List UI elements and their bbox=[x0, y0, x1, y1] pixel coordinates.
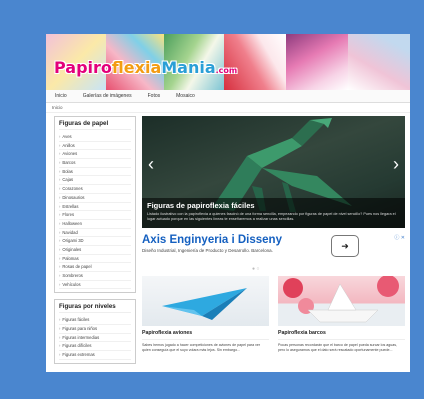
sidebar-item[interactable]: Estrellas bbox=[59, 203, 131, 212]
sidebar-item[interactable]: Rosas de papel bbox=[59, 263, 131, 272]
main-nav: Inicio Galerías de imágenes Fotos Mosaic… bbox=[46, 90, 410, 103]
niveles-box: Figuras por niveles Figuras fáciles Figu… bbox=[54, 299, 136, 364]
ad-info-icon[interactable]: ⓘ ✕ bbox=[394, 234, 405, 241]
sidebar-item[interactable]: Anillos bbox=[59, 142, 131, 151]
sidebar-item[interactable]: Figuras fáciles bbox=[59, 316, 131, 326]
slide-title[interactable]: Figuras de papiroflexia fáciles bbox=[147, 201, 400, 210]
banner-origami-image bbox=[286, 34, 348, 90]
sidebar-item[interactable]: Vehículos bbox=[59, 281, 131, 290]
featured-slider[interactable]: ‹ › Figuras de papiroflexia fáciles List… bbox=[142, 116, 405, 228]
sidebar-item[interactable]: Originales bbox=[59, 246, 131, 255]
card-title[interactable]: Papiroflexia aviones bbox=[142, 330, 269, 336]
article-card[interactable]: Papiroflexia aviones Sabes hemos jugado … bbox=[142, 276, 269, 352]
paper-boat-image bbox=[278, 276, 405, 326]
ad-banner[interactable]: Axis Enginyeria i Disseny Diseño Industr… bbox=[142, 234, 405, 274]
sidebar-item[interactable]: Figuras extremas bbox=[59, 351, 131, 360]
browser-page: PapiroflexiaMania.com Inicio Galerías de… bbox=[46, 34, 410, 372]
sidebar-item[interactable]: Cajas bbox=[59, 176, 131, 186]
figuras-box: Figuras de papel Aves Anillos Aviones Ba… bbox=[54, 116, 136, 294]
nav-item-inicio[interactable]: Inicio bbox=[52, 92, 70, 100]
nav-item-fotos[interactable]: Fotos bbox=[145, 92, 164, 100]
sidebar-item[interactable]: Figuras difíciles bbox=[59, 342, 131, 352]
sidebar-item[interactable]: Aviones bbox=[59, 150, 131, 160]
chevron-right-icon[interactable]: › bbox=[393, 154, 399, 175]
sidebar-item[interactable]: Aves bbox=[59, 133, 131, 142]
sidebar-item[interactable]: Dinosaurios bbox=[59, 194, 131, 203]
ad-subtitle: Diseño Industrial, Ingeniería de Product… bbox=[142, 248, 273, 253]
sidebar-item[interactable]: Origami 3D bbox=[59, 237, 131, 246]
article-cards: Papiroflexia aviones Sabes hemos jugado … bbox=[142, 276, 405, 352]
card-title[interactable]: Papiroflexia barcos bbox=[278, 330, 405, 336]
header-banner: PapiroflexiaMania.com bbox=[46, 34, 410, 90]
niveles-list: Figuras fáciles Figuras para niños Figur… bbox=[59, 316, 131, 360]
airplane-illustration bbox=[162, 288, 247, 320]
sidebar-item[interactable]: Figuras para niños bbox=[59, 325, 131, 334]
figuras-heading: Figuras de papel bbox=[59, 120, 131, 130]
sidebar-item[interactable]: Corazones bbox=[59, 185, 131, 194]
boat-illustration bbox=[283, 276, 399, 323]
figuras-list: Aves Anillos Aviones Barcos Bolas Cajas … bbox=[59, 133, 131, 290]
card-text: Sabes hemos jugado a hacer competiciones… bbox=[142, 339, 269, 352]
sidebar-item[interactable]: Palomas bbox=[59, 255, 131, 264]
paper-airplane-image bbox=[142, 276, 269, 326]
sidebar-item[interactable]: Navidad bbox=[59, 229, 131, 238]
nav-item-mosaico[interactable]: Mosaico bbox=[173, 92, 198, 100]
niveles-heading: Figuras por niveles bbox=[59, 303, 131, 314]
sidebar-item[interactable]: Bolas bbox=[59, 168, 131, 177]
main-content: ‹ › Figuras de papiroflexia fáciles List… bbox=[142, 116, 405, 352]
chevron-left-icon[interactable]: ‹ bbox=[148, 154, 154, 175]
slide-description: Listado ilustrativo con la papiroflexia … bbox=[147, 212, 396, 221]
slider-dots[interactable]: ● ○ bbox=[252, 266, 259, 272]
arrow-right-icon: ➜ bbox=[341, 241, 349, 251]
nav-item-galerias[interactable]: Galerías de imágenes bbox=[80, 92, 135, 100]
ad-title[interactable]: Axis Enginyeria i Disseny bbox=[142, 234, 405, 246]
breadcrumb[interactable]: Inicio bbox=[46, 103, 410, 113]
sidebar-item[interactable]: Flores bbox=[59, 211, 131, 220]
ad-arrow-button[interactable]: ➜ bbox=[331, 235, 359, 257]
sidebar-item[interactable]: Figuras intermedias bbox=[59, 334, 131, 343]
sidebar: Figuras de papel Aves Anillos Aviones Ba… bbox=[54, 116, 136, 370]
site-logo[interactable]: PapiroflexiaMania.com bbox=[54, 58, 237, 77]
article-card[interactable]: Papiroflexia barcos Pocas personas recor… bbox=[278, 276, 405, 352]
card-text: Pocas personas recordarán que el barco d… bbox=[278, 339, 405, 352]
sidebar-item[interactable]: Halloween bbox=[59, 220, 131, 229]
banner-origami-image bbox=[348, 34, 410, 90]
slide-caption: Figuras de papiroflexia fáciles Listado … bbox=[142, 198, 405, 228]
sidebar-item[interactable]: Barcos bbox=[59, 159, 131, 168]
sidebar-item[interactable]: Sombreros bbox=[59, 272, 131, 281]
